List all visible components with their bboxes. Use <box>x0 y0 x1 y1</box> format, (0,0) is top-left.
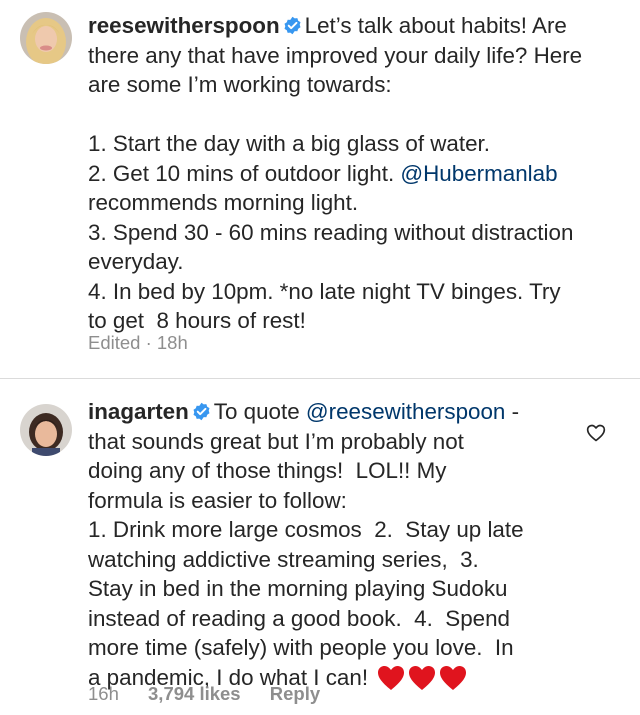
reply-text: inagarten To quote @reesewitherspoon - th… <box>88 399 524 691</box>
comment-timestamp: 16h <box>88 683 119 704</box>
red-heart-emoji-icon <box>408 665 436 691</box>
verified-badge-icon <box>192 402 211 421</box>
mention-link[interactable]: @reesewitherspoon <box>306 399 505 424</box>
likes-count[interactable]: 3,794 likes <box>148 683 241 704</box>
username[interactable]: inagarten <box>88 399 189 424</box>
divider <box>0 378 640 379</box>
reply-comment: inagarten To quote @reesewitherspoon - th… <box>0 380 640 715</box>
edited-timestamp: Edited · 18h <box>88 332 188 353</box>
reply-button[interactable]: Reply <box>270 683 320 704</box>
reply-meta: 16h 3,794 likes Reply <box>88 683 344 705</box>
red-heart-emoji-icon <box>439 665 467 691</box>
mention-link[interactable]: @Hubermanlab <box>400 161 557 186</box>
reesewitherspoon-avatar[interactable] <box>20 12 72 64</box>
caption-comment: reesewitherspoon Let’s talk about habits!… <box>0 0 640 378</box>
inagarten-avatar[interactable] <box>20 404 72 456</box>
red-heart-emoji-icon <box>377 665 405 691</box>
like-heart-icon[interactable] <box>586 423 606 443</box>
verified-badge-icon <box>283 16 302 35</box>
caption-text: reesewitherspoon Let’s talk about habits!… <box>88 11 622 336</box>
username[interactable]: reesewitherspoon <box>88 13 280 38</box>
caption-meta: Edited · 18h <box>88 332 212 354</box>
